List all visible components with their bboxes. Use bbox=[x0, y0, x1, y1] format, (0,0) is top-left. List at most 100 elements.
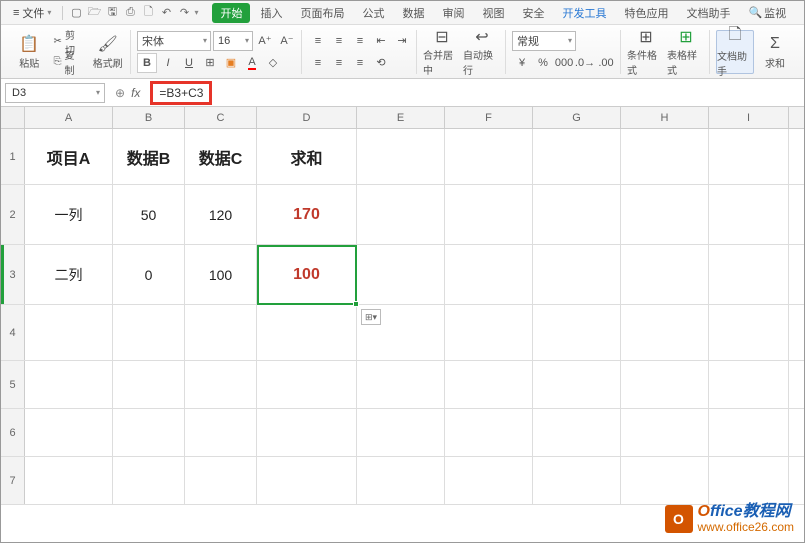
cell-I3[interactable] bbox=[709, 245, 789, 304]
cell-F3[interactable] bbox=[445, 245, 533, 304]
name-box[interactable]: D3 bbox=[5, 83, 105, 103]
increase-font-button[interactable]: A⁺ bbox=[255, 31, 275, 51]
cell-G6[interactable] bbox=[533, 409, 621, 456]
select-all-corner[interactable] bbox=[1, 107, 25, 128]
col-header-G[interactable]: G bbox=[533, 107, 621, 128]
cell-B3[interactable]: 0 bbox=[113, 245, 185, 304]
row-header-7[interactable]: 7 bbox=[1, 457, 25, 504]
cell-G5[interactable] bbox=[533, 361, 621, 408]
cell-B4[interactable] bbox=[113, 305, 185, 360]
cell-H6[interactable] bbox=[621, 409, 709, 456]
cell-H5[interactable] bbox=[621, 361, 709, 408]
cell-G2[interactable] bbox=[533, 185, 621, 244]
cell-I5[interactable] bbox=[709, 361, 789, 408]
currency-button[interactable]: ¥ bbox=[512, 53, 532, 73]
cell-C5[interactable] bbox=[185, 361, 257, 408]
open-icon[interactable]: 🗁 bbox=[86, 5, 102, 21]
align-bottom-button[interactable]: ≡ bbox=[350, 31, 370, 51]
cell-A1[interactable]: 项目A bbox=[25, 129, 113, 184]
cell-B5[interactable] bbox=[113, 361, 185, 408]
cell-B6[interactable] bbox=[113, 409, 185, 456]
cell-A5[interactable] bbox=[25, 361, 113, 408]
print-icon[interactable]: ⎙ bbox=[122, 5, 138, 21]
align-middle-button[interactable]: ≡ bbox=[329, 31, 349, 51]
cond-format-button[interactable]: ⊞ 条件格式 bbox=[627, 30, 665, 74]
redo-icon[interactable]: ↷ bbox=[176, 5, 192, 21]
print-preview-icon[interactable]: 🗋 bbox=[140, 5, 156, 21]
cell-I4[interactable] bbox=[709, 305, 789, 360]
orientation-button[interactable]: ⟲ bbox=[371, 53, 391, 73]
decrease-font-button[interactable]: A⁻ bbox=[277, 31, 297, 51]
cell-I6[interactable] bbox=[709, 409, 789, 456]
fill-color-button[interactable]: ▣ bbox=[221, 53, 241, 73]
cell-D7[interactable] bbox=[257, 457, 357, 504]
cell-C6[interactable] bbox=[185, 409, 257, 456]
cell-E1[interactable] bbox=[357, 129, 445, 184]
cell-B1[interactable]: 数据B bbox=[113, 129, 185, 184]
merge-center-button[interactable]: ⊟ 合并居中 bbox=[423, 30, 461, 74]
cell-G4[interactable] bbox=[533, 305, 621, 360]
col-header-C[interactable]: C bbox=[185, 107, 257, 128]
row-header-5[interactable]: 5 bbox=[1, 361, 25, 408]
row-header-4[interactable]: 4 bbox=[1, 305, 25, 360]
col-header-B[interactable]: B bbox=[113, 107, 185, 128]
cell-C7[interactable] bbox=[185, 457, 257, 504]
cell-G3[interactable] bbox=[533, 245, 621, 304]
paste-button[interactable]: 📋 粘贴 bbox=[11, 30, 48, 74]
italic-button[interactable]: I bbox=[158, 53, 178, 73]
tab-docassist[interactable]: 文档助手 bbox=[678, 2, 738, 24]
cell-F2[interactable] bbox=[445, 185, 533, 244]
cell-B2[interactable]: 50 bbox=[113, 185, 185, 244]
tab-formula[interactable]: 公式 bbox=[354, 2, 392, 24]
cell-F7[interactable] bbox=[445, 457, 533, 504]
align-left-button[interactable]: ≡ bbox=[308, 53, 328, 73]
tab-layout[interactable]: 页面布局 bbox=[292, 2, 352, 24]
table-format-button[interactable]: ⊞ 表格样式 bbox=[667, 30, 705, 74]
col-header-H[interactable]: H bbox=[621, 107, 709, 128]
cell-A7[interactable] bbox=[25, 457, 113, 504]
cell-C2[interactable]: 120 bbox=[185, 185, 257, 244]
cell-F1[interactable] bbox=[445, 129, 533, 184]
autofill-options-button[interactable]: ⊞▾ bbox=[361, 309, 381, 325]
row-header-6[interactable]: 6 bbox=[1, 409, 25, 456]
tab-watch[interactable]: 🔍监视 bbox=[740, 2, 794, 24]
col-header-A[interactable]: A bbox=[25, 107, 113, 128]
indent-decrease-button[interactable]: ⇤ bbox=[371, 31, 391, 51]
cell-G7[interactable] bbox=[533, 457, 621, 504]
font-color-button[interactable]: A bbox=[242, 53, 262, 73]
tab-start[interactable]: 开始 bbox=[212, 3, 250, 23]
cell-H7[interactable] bbox=[621, 457, 709, 504]
undo-icon[interactable]: ↶ bbox=[158, 5, 174, 21]
row-header-2[interactable]: 2 bbox=[1, 185, 25, 244]
col-header-E[interactable]: E bbox=[357, 107, 445, 128]
font-name-select[interactable]: 宋体 bbox=[137, 31, 211, 51]
cell-D6[interactable] bbox=[257, 409, 357, 456]
align-top-button[interactable]: ≡ bbox=[308, 31, 328, 51]
file-menu[interactable]: ≡ 文件 ▾ bbox=[7, 3, 57, 23]
cell-D5[interactable] bbox=[257, 361, 357, 408]
col-header-F[interactable]: F bbox=[445, 107, 533, 128]
col-header-I[interactable]: I bbox=[709, 107, 789, 128]
cell-D2[interactable]: 170 bbox=[257, 185, 357, 244]
cell-I7[interactable] bbox=[709, 457, 789, 504]
row-header-1[interactable]: 1 bbox=[1, 129, 25, 184]
tab-security[interactable]: 安全 bbox=[514, 2, 552, 24]
col-header-D[interactable]: D bbox=[257, 107, 357, 128]
tab-insert[interactable]: 插入 bbox=[252, 2, 290, 24]
qat-caret-icon[interactable]: ▾ bbox=[194, 8, 198, 17]
sum-button[interactable]: Σ 求和 bbox=[756, 30, 794, 74]
cell-I2[interactable] bbox=[709, 185, 789, 244]
save-icon[interactable]: 🖫 bbox=[104, 5, 120, 21]
cell-F6[interactable] bbox=[445, 409, 533, 456]
cell-D1[interactable]: 求和 bbox=[257, 129, 357, 184]
format-painter-button[interactable]: 🖌 格式刷 bbox=[89, 30, 126, 74]
cell-D3[interactable]: 100 bbox=[257, 245, 357, 304]
align-right-button[interactable]: ≡ bbox=[350, 53, 370, 73]
cell-F4[interactable] bbox=[445, 305, 533, 360]
wrap-text-button[interactable]: ↩ 自动换行 bbox=[463, 30, 501, 74]
cell-H4[interactable] bbox=[621, 305, 709, 360]
cell-C4[interactable] bbox=[185, 305, 257, 360]
cell-G1[interactable] bbox=[533, 129, 621, 184]
cell-F5[interactable] bbox=[445, 361, 533, 408]
cell-E5[interactable] bbox=[357, 361, 445, 408]
